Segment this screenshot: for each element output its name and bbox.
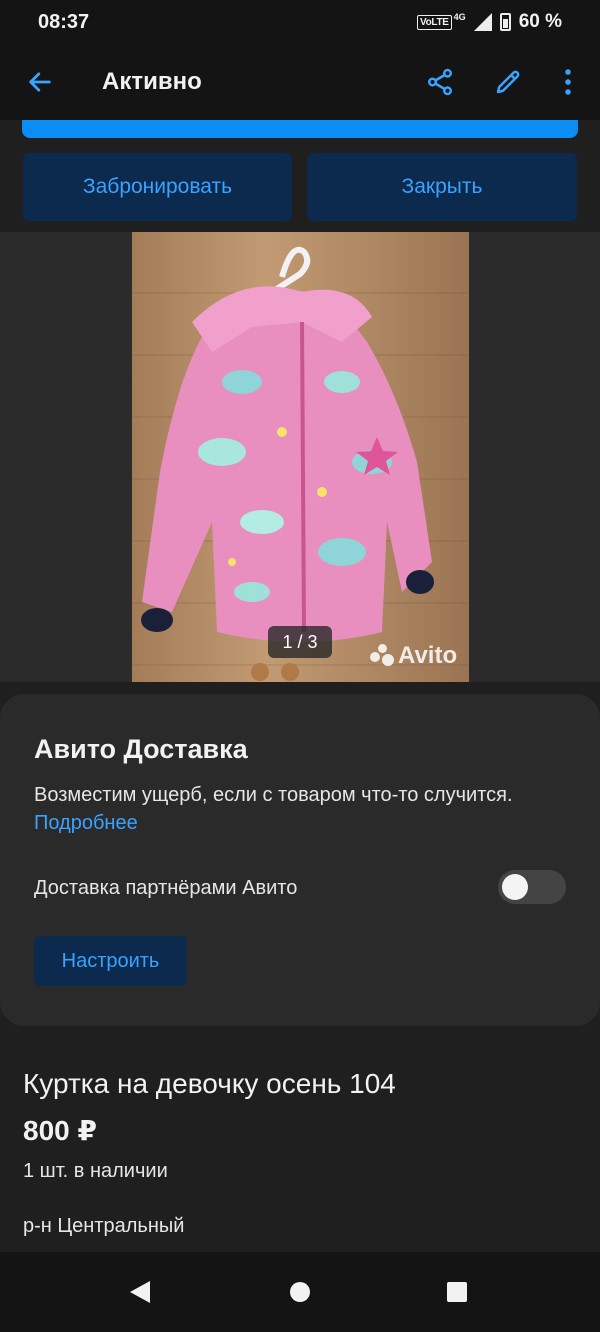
square-recents-icon [447, 1282, 467, 1302]
nav-back-button[interactable] [120, 1272, 160, 1312]
toggle-knob [502, 874, 528, 900]
back-button[interactable] [22, 64, 58, 100]
edit-button[interactable] [488, 62, 528, 102]
reserve-button[interactable]: Забронировать [23, 153, 292, 221]
partner-delivery-toggle[interactable] [498, 870, 566, 904]
status-icons: VoLTE 4G 60 % [416, 11, 562, 33]
share-icon [428, 68, 452, 96]
edit-icon [496, 70, 520, 94]
item-location: р-н Центральный [23, 1215, 185, 1237]
partner-delivery-label: Доставка партнёрами Авито [34, 877, 298, 899]
network-type: 4G [453, 12, 466, 22]
nav-home-button[interactable] [280, 1272, 320, 1312]
nav-recents-button[interactable] [437, 1272, 477, 1312]
photo-pager: 1 / 3 [268, 626, 332, 658]
status-time: 08:37 [38, 10, 90, 33]
jacket-image [141, 246, 434, 681]
setup-button[interactable]: Настроить [34, 936, 187, 986]
delivery-description: Возместим ущерб, если с товаром что-то с… [34, 784, 513, 806]
photo-gallery[interactable]: 1 / 3 [0, 232, 600, 682]
share-button[interactable] [420, 62, 460, 102]
watermark-text: Avito [398, 642, 458, 669]
signal-icon [473, 13, 492, 31]
arrow-left-icon [29, 72, 51, 92]
item-photo[interactable] [132, 232, 469, 682]
app-bar: Активно [0, 44, 600, 120]
close-button[interactable]: Закрыть [307, 153, 577, 221]
circle-home-icon [290, 1282, 310, 1302]
volte-badge: VoLTE [416, 14, 452, 30]
avito-watermark: Avito [370, 642, 457, 670]
battery-level: 60 % [518, 11, 562, 32]
page-title: Активно [102, 68, 202, 95]
delivery-more-link[interactable]: Подробнее [34, 812, 138, 835]
delivery-card: Авито Доставка Возместим ущерб, если с т… [0, 694, 600, 1026]
more-button[interactable] [548, 62, 588, 102]
system-nav-bar [0, 1252, 600, 1332]
more-vert-icon [565, 69, 571, 95]
status-bar: 08:37 VoLTE 4G 60 % [0, 0, 600, 44]
item-stock: 1 шт. в наличии [23, 1160, 168, 1182]
triangle-back-icon [130, 1281, 150, 1303]
primary-action-strip[interactable] [22, 120, 578, 138]
battery-icon [499, 13, 511, 31]
delivery-title: Авито Доставка [34, 734, 248, 764]
item-price: 800 ₽ [23, 1115, 97, 1146]
item-title: Куртка на девочку осень 104 [23, 1068, 396, 1099]
avito-logo-icon [370, 644, 394, 668]
